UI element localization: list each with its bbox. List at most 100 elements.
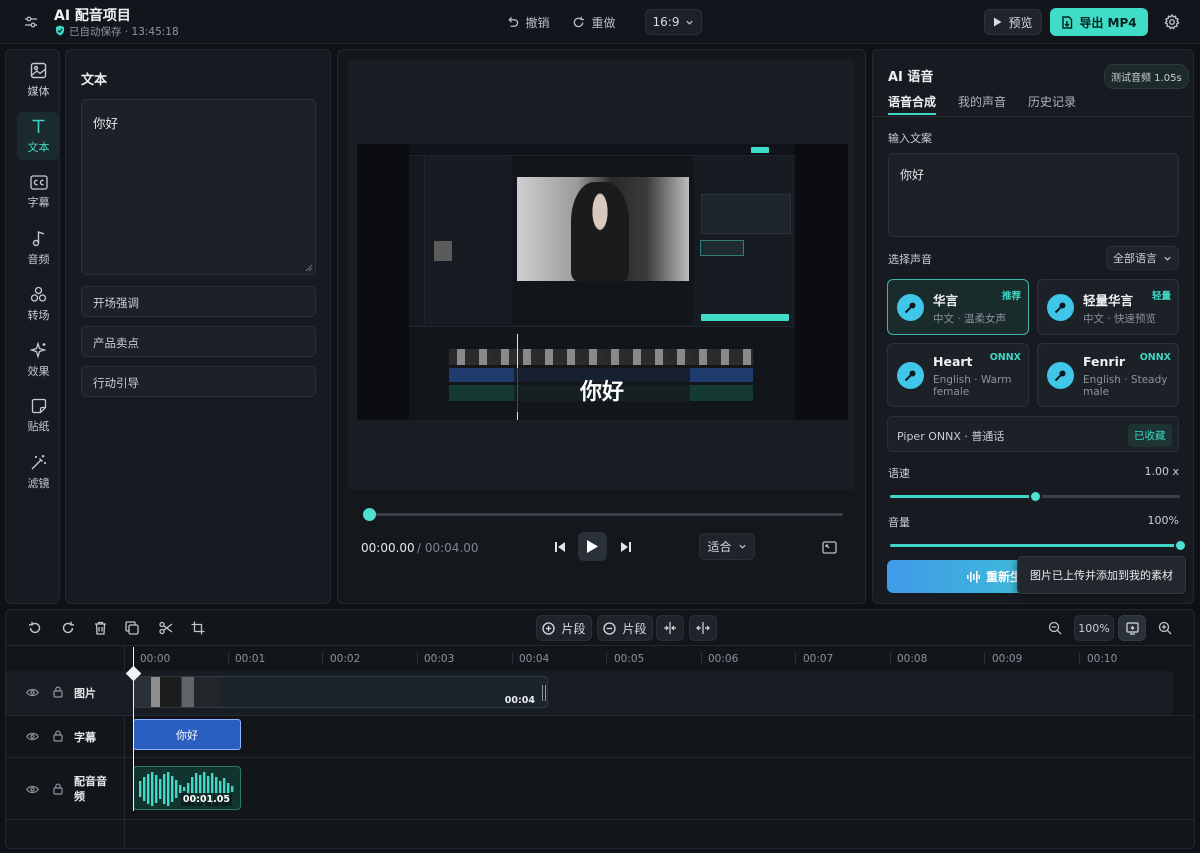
speed-label: 语速 xyxy=(888,467,910,480)
test-audio-badge: 测试音频 1.05s xyxy=(1104,64,1189,89)
favorited-badge[interactable]: 已收藏 xyxy=(1128,424,1172,447)
redo-button[interactable]: 重做 xyxy=(566,10,622,34)
scissors-icon[interactable] xyxy=(157,619,175,637)
skip-forward-icon[interactable] xyxy=(617,538,635,556)
music-icon xyxy=(32,230,44,246)
template-item[interactable]: 产品卖点 xyxy=(81,326,316,357)
tab-synthesis[interactable]: 语音合成 xyxy=(888,93,936,110)
add-clip-button[interactable]: 片段 xyxy=(536,615,592,641)
export-mp4-button[interactable]: 导出 MP4 xyxy=(1050,8,1148,36)
speed-slider[interactable] xyxy=(890,490,1180,503)
zoom-level[interactable]: 100% xyxy=(1074,615,1114,641)
voice-tag: 推荐 xyxy=(1001,291,1021,302)
waveform-icon xyxy=(967,570,980,583)
sidebar-item-filters[interactable]: 滤镜 xyxy=(17,448,60,496)
voice-engine-row[interactable]: Piper ONNX · 普通话 已收藏 xyxy=(887,416,1179,452)
transition-icon xyxy=(30,286,47,302)
duplicate-icon[interactable] xyxy=(123,619,141,637)
zoom-in-icon[interactable] xyxy=(1156,619,1174,637)
progress-handle[interactable] xyxy=(363,508,376,521)
trash-icon[interactable] xyxy=(91,619,109,637)
track-label: 图片 xyxy=(74,687,96,700)
zoom-out-icon[interactable] xyxy=(1046,619,1064,637)
voice-card-fenrir[interactable]: Fenrir English · Steady male ONNX xyxy=(1037,343,1179,407)
current-time: 00:00.00 xyxy=(361,541,415,555)
undo-button[interactable]: 撤销 xyxy=(500,10,556,34)
voice-text-input[interactable]: 你好 xyxy=(888,153,1179,237)
fit-value: 适合 xyxy=(707,540,732,554)
remove-clip-button[interactable]: 片段 xyxy=(597,615,653,641)
snap-icon xyxy=(1125,621,1139,635)
choose-voice-label: 选择声音 xyxy=(888,253,932,266)
ruler-tick xyxy=(228,652,229,664)
volume-label: 音量 xyxy=(888,516,910,529)
sidebar-item-stickers[interactable]: 贴纸 xyxy=(17,392,60,440)
undo-icon[interactable] xyxy=(26,619,44,637)
speed-slider-knob[interactable] xyxy=(1028,490,1042,503)
video-canvas[interactable]: 你好 xyxy=(357,144,848,420)
language-filter-select[interactable]: 全部语言 xyxy=(1106,246,1179,270)
ai-voice-title: AI 语音 xyxy=(888,70,934,85)
image-clip[interactable]: 00:04 xyxy=(133,676,548,708)
text-icon xyxy=(32,119,45,133)
chevron-down-icon xyxy=(686,20,694,25)
total-duration: / 00:04.00 xyxy=(417,541,479,555)
settings-sliders-icon[interactable] xyxy=(22,13,40,31)
lock-icon xyxy=(53,730,63,742)
sidebar-item-subtitles[interactable]: 字幕 xyxy=(17,168,60,216)
merge-icon xyxy=(664,622,676,634)
sidebar-item-media[interactable]: 媒体 xyxy=(17,56,60,104)
track-header-voiceover: 配音音频 xyxy=(6,773,124,805)
sidebar-item-label: 贴纸 xyxy=(27,420,50,433)
subtitle-clip[interactable]: 你好 xyxy=(133,719,241,750)
playback-progress-bar[interactable] xyxy=(363,508,843,521)
ruler-tick-label: 00:10 xyxy=(1087,653,1118,665)
sidebar-item-text[interactable]: 文本 xyxy=(17,112,60,160)
voice-card-light-huayan[interactable]: 轻量华言 中文 · 快速预览 轻量 xyxy=(1037,279,1179,335)
sidebar-item-label: 转场 xyxy=(27,308,50,322)
tab-my-voices[interactable]: 我的声音 xyxy=(958,93,1006,110)
microphone-icon xyxy=(1047,362,1074,389)
crop-icon[interactable] xyxy=(189,619,207,637)
voiceover-clip[interactable]: 00:01.05 xyxy=(133,766,241,810)
microphone-icon xyxy=(897,294,924,321)
play-button[interactable] xyxy=(578,532,607,561)
text-panel: 文本 你好 开场强调 产品卖点 行动引导 xyxy=(65,49,331,604)
redo-icon[interactable] xyxy=(59,619,77,637)
caption-text: 你好 xyxy=(579,380,624,405)
project-title[interactable]: AI 配音项目 xyxy=(54,5,131,25)
sidebar-item-label: 滤镜 xyxy=(27,476,50,490)
gear-icon[interactable] xyxy=(1162,12,1182,32)
volume-slider[interactable] xyxy=(890,539,1187,552)
skip-back-icon[interactable] xyxy=(551,538,569,556)
tool-sidebar: 媒体 文本 字幕 音频 转场 效果 贴纸 滤镜 xyxy=(5,49,60,604)
sidebar-item-label: 效果 xyxy=(27,364,50,378)
caption-overlay[interactable]: 你好 xyxy=(514,368,690,412)
aspect-ratio-select[interactable]: 16:9 xyxy=(645,9,702,35)
ruler-tick xyxy=(606,652,607,664)
volume-slider-knob[interactable] xyxy=(1173,539,1187,552)
voice-card-heart[interactable]: Heart English · Warm female ONNX xyxy=(887,343,1029,407)
sidebar-item-transitions[interactable]: 转场 xyxy=(17,280,60,328)
snap-toggle-button[interactable] xyxy=(1118,615,1146,641)
sidebar-item-audio[interactable]: 音频 xyxy=(17,224,60,272)
template-label: 行动引导 xyxy=(93,376,139,390)
ruler-tick-label: 00:04 xyxy=(519,653,550,665)
split-merge-button[interactable] xyxy=(656,615,684,641)
template-item[interactable]: 行动引导 xyxy=(81,366,316,397)
fit-select[interactable]: 适合 xyxy=(699,533,755,560)
voice-card-huayan[interactable]: 华言 中文 · 温柔女声 推荐 xyxy=(887,279,1029,335)
ruler-tick xyxy=(701,652,702,664)
tab-history[interactable]: 历史记录 xyxy=(1028,93,1076,110)
undo-label: 撤销 xyxy=(525,15,550,30)
template-item[interactable]: 开场强调 xyxy=(81,286,316,317)
ruler-tick xyxy=(984,652,985,664)
clip-trim-handle[interactable] xyxy=(542,685,546,701)
text-input-area[interactable]: 你好 xyxy=(81,99,316,275)
preview-button[interactable]: 预览 xyxy=(984,9,1042,35)
fullscreen-icon[interactable] xyxy=(820,539,838,555)
speed-value: 1.00 x xyxy=(1144,465,1180,478)
sidebar-item-effects[interactable]: 效果 xyxy=(17,336,60,384)
aspect-ratio-value: 16:9 xyxy=(652,15,680,29)
split-apart-button[interactable] xyxy=(689,615,717,641)
